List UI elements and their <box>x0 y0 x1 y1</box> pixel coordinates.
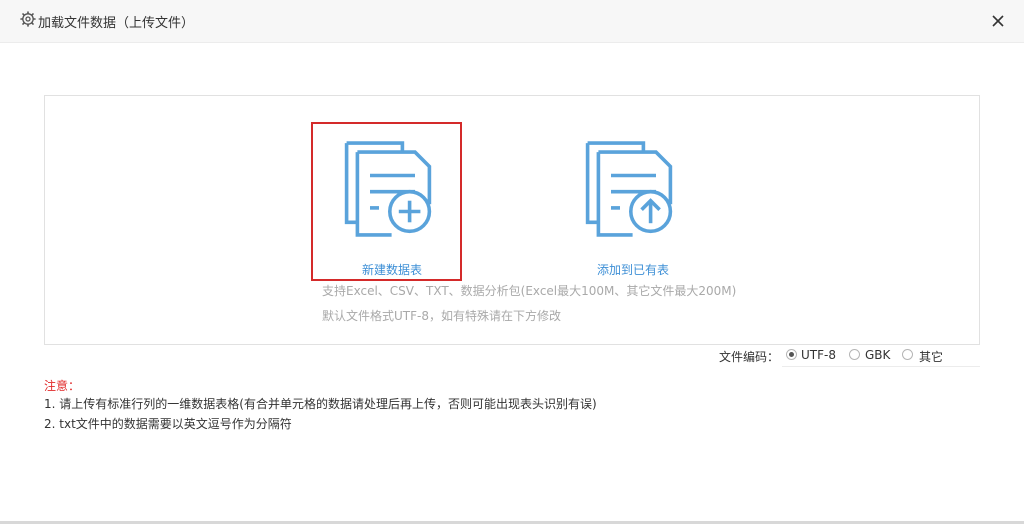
append-table-label: 添加到已有表 <box>597 263 670 277</box>
new-table-icon <box>344 141 432 237</box>
new-table-option[interactable]: 新建数据表 <box>311 122 462 281</box>
default-encoding-hint: 默认文件格式UTF-8，如有特殊请在下方修改 <box>322 309 561 323</box>
close-icon[interactable] <box>988 11 1008 31</box>
encoding-divider <box>782 366 980 367</box>
gear-icon <box>20 11 36 27</box>
note-line-1: 1. 请上传有标准行列的一维数据表格(有合并单元格的数据请处理后再上传，否则可能… <box>44 397 597 411</box>
append-table-icon <box>585 141 673 237</box>
append-table-option[interactable]: 添加到已有表 <box>580 122 730 277</box>
notes-title: 注意： <box>44 379 81 393</box>
encoding-label: 文件编码： <box>719 350 780 364</box>
supported-formats-hint: 支持Excel、CSV、TXT、数据分析包(Excel最大100M、其它文件最大… <box>322 284 737 298</box>
encoding-radio-other[interactable] <box>902 349 913 360</box>
encoding-option-gbk[interactable]: GBK <box>865 348 890 362</box>
note-line-2: 2. txt文件中的数据需要以英文逗号作为分隔符 <box>44 417 292 431</box>
upload-area[interactable]: 新建数据表 添加到已有表 支持Excel、CSV、TXT、数据分析包(Excel… <box>44 95 980 345</box>
encoding-radio-gbk[interactable] <box>849 349 860 360</box>
new-table-label: 新建数据表 <box>362 263 423 277</box>
dialog-title: 加载文件数据（上传文件） <box>38 16 195 31</box>
encoding-radio-utf8[interactable] <box>786 349 797 360</box>
upload-file-dialog: 加载文件数据（上传文件） 新建数据表 添加到已有表 支持Excel、CSV、TX… <box>0 0 1024 524</box>
encoding-option-utf8[interactable]: UTF-8 <box>801 348 836 362</box>
dialog-header: 加载文件数据（上传文件） <box>0 0 1024 43</box>
encoding-option-other[interactable]: 其它 <box>919 348 943 365</box>
